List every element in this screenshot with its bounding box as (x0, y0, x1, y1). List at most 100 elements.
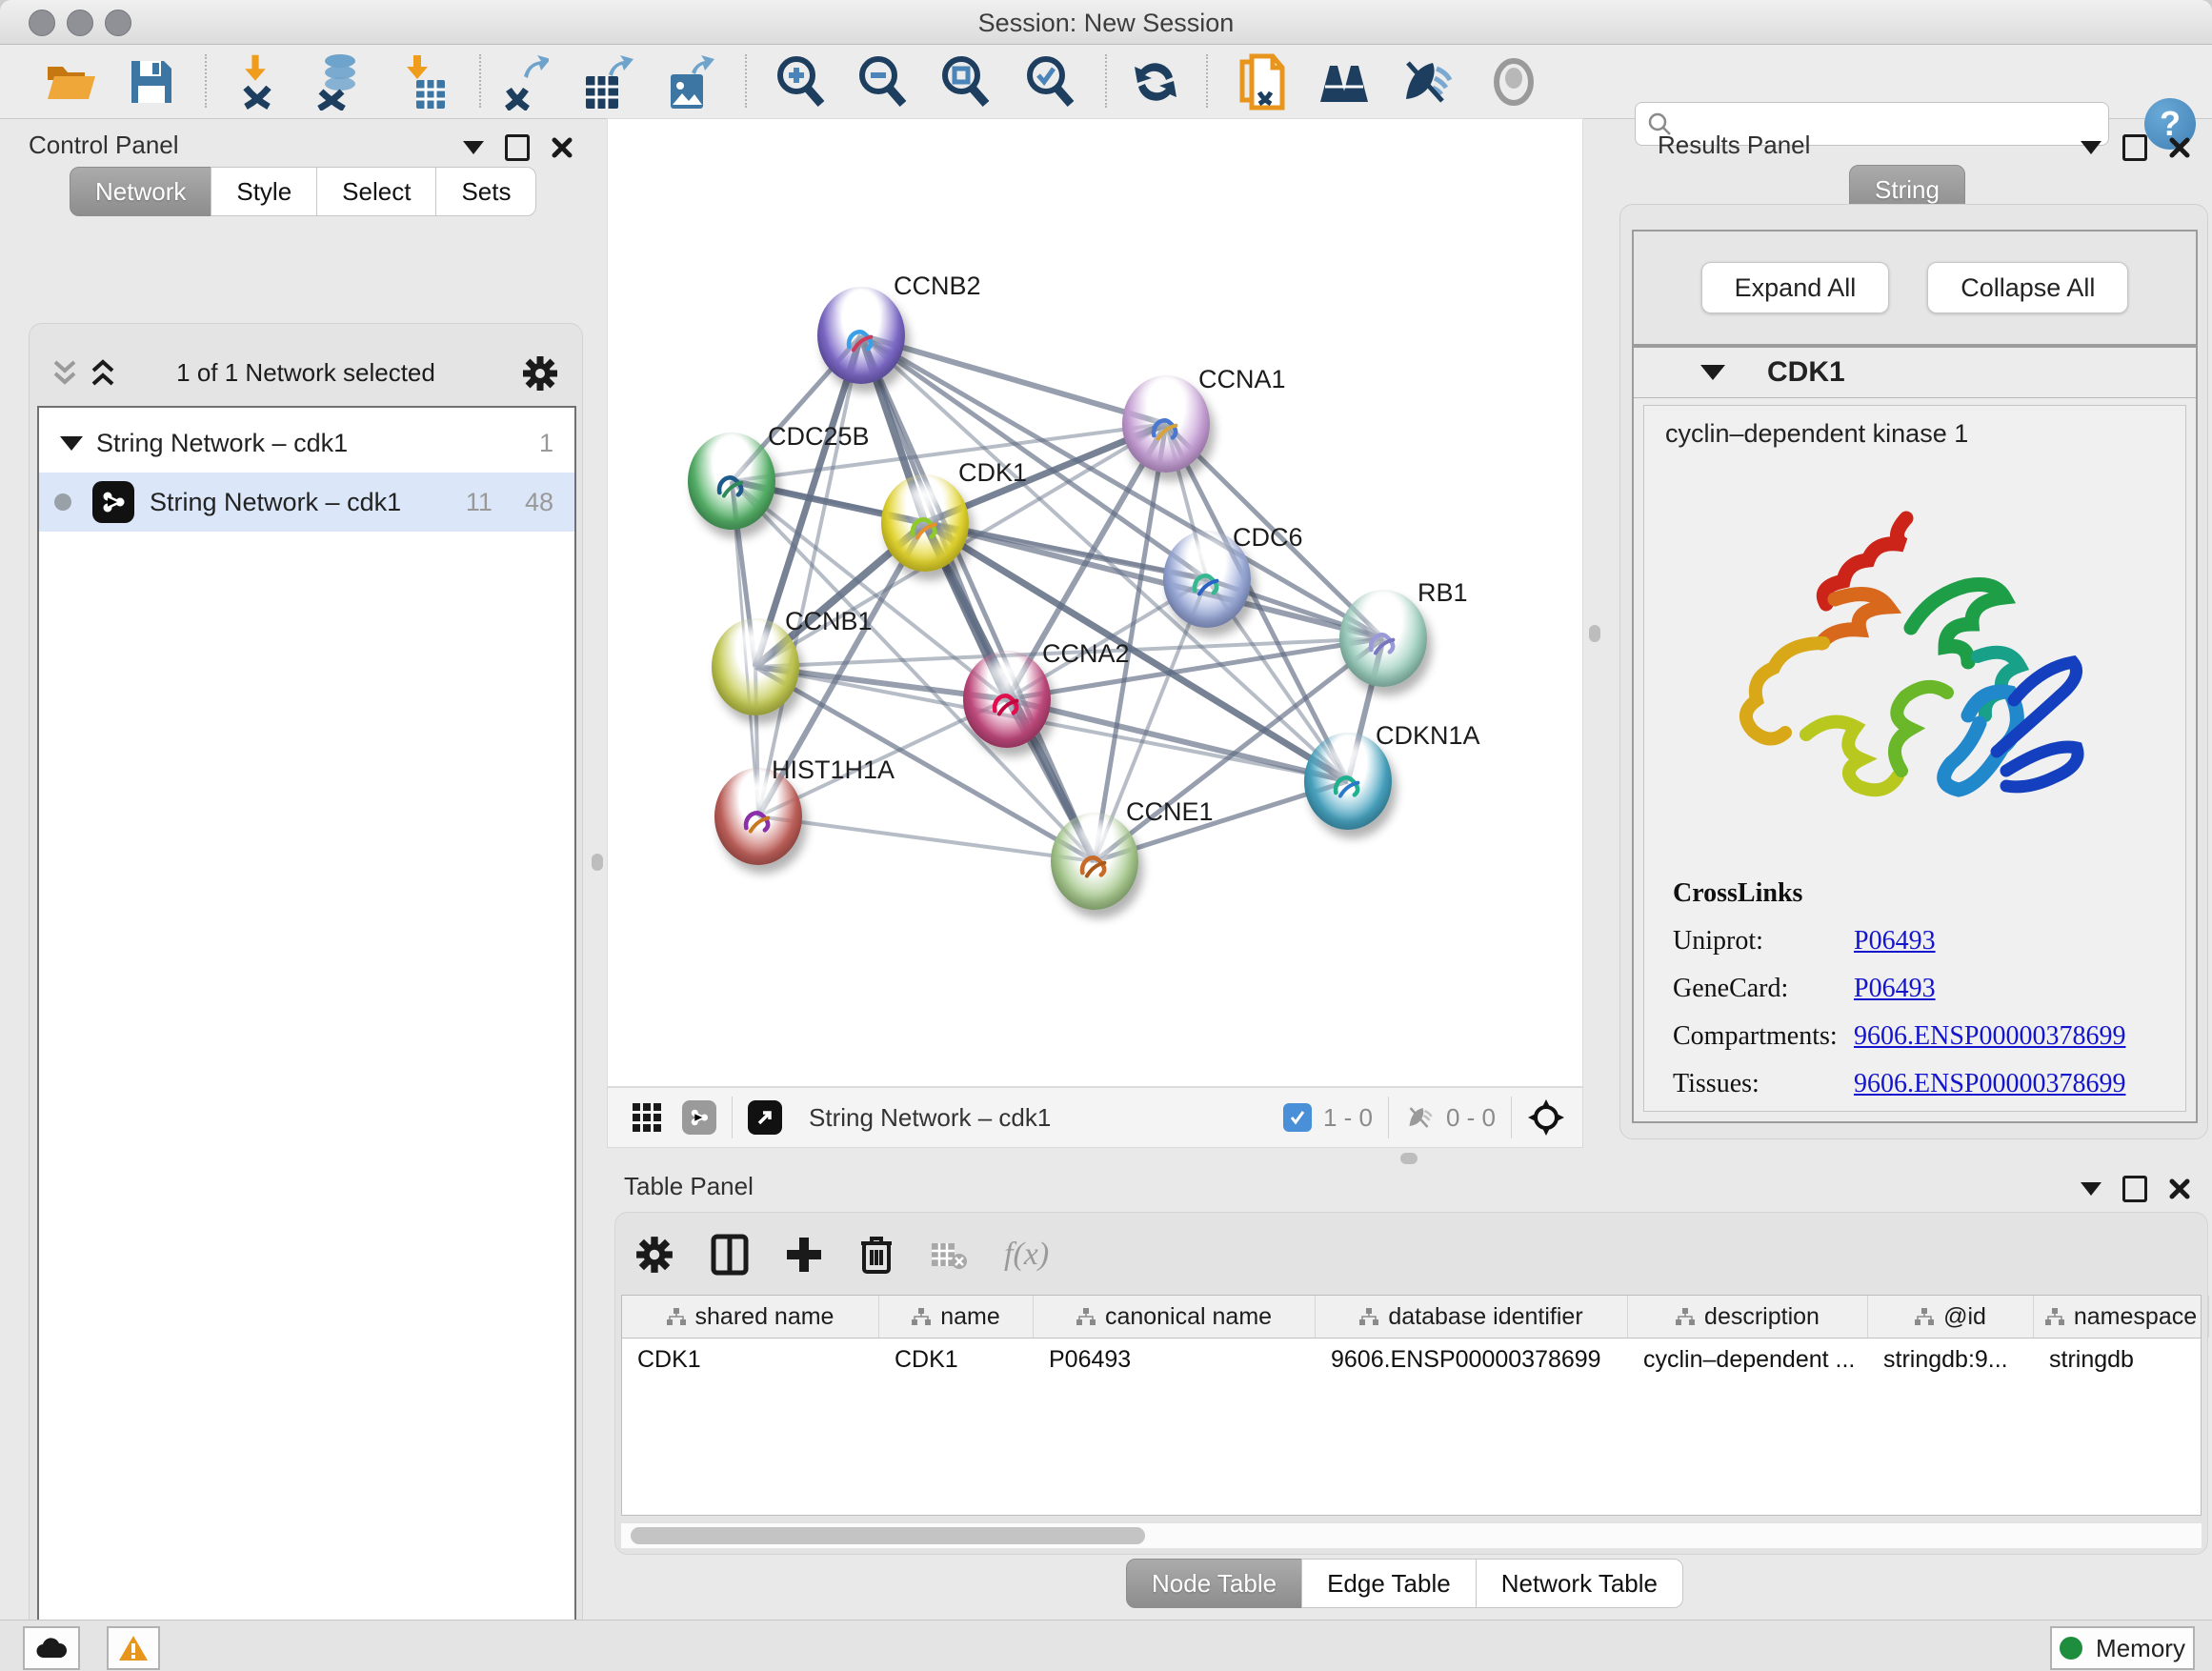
tab-edge-table[interactable]: Edge Table (1301, 1559, 1477, 1608)
tab-node-table[interactable]: Node Table (1126, 1559, 1302, 1608)
control-panel-title: Control Panel (29, 131, 179, 160)
zoom-out-icon (855, 54, 909, 110)
table-cell[interactable]: cyclin–dependent ... (1628, 1339, 1868, 1380)
control-panel: Control Panel NetworkStyleSelectSets 1 o… (10, 119, 591, 1615)
cloud-status-button[interactable] (23, 1626, 80, 1670)
copy-documents-icon (1237, 52, 1288, 111)
export-network-button[interactable] (493, 52, 553, 111)
network-edge[interactable] (861, 335, 1095, 861)
show-columns-icon[interactable] (711, 1234, 749, 1276)
zoom-out-button[interactable] (853, 52, 912, 111)
selected-checkbox-icon[interactable] (1283, 1103, 1312, 1132)
open-in-new-icon[interactable] (748, 1100, 782, 1135)
find-button[interactable] (1315, 52, 1374, 111)
statusbar-divider (1388, 1097, 1389, 1138)
hide-panel-button[interactable] (1398, 52, 1458, 111)
crosslink-link[interactable]: 9606.ENSP00000378699 (1854, 1021, 2125, 1052)
show-panel-button[interactable] (1484, 52, 1543, 111)
column-header-description[interactable]: description (1628, 1296, 1868, 1338)
maximize-panel-icon[interactable] (2122, 134, 2147, 161)
network-collection-row[interactable]: String Network – cdk1 1 (39, 413, 574, 473)
network-node-CCNB2[interactable] (817, 287, 905, 384)
collapse-section-icon[interactable] (1700, 365, 1725, 380)
column-header-@id[interactable]: @id (1868, 1296, 2034, 1338)
node-details-header[interactable]: CDK1 (1634, 348, 2196, 398)
memory-button[interactable]: Memory (2050, 1626, 2195, 1670)
birds-eye-view-icon[interactable] (1527, 1098, 1565, 1137)
float-panel-icon[interactable] (463, 141, 484, 154)
crosslink-link[interactable]: P06493 (1854, 926, 1936, 956)
network-edge[interactable] (1007, 699, 1348, 781)
network-node-CCNA1[interactable] (1122, 375, 1210, 473)
column-header-canonical-name[interactable]: canonical name (1034, 1296, 1316, 1338)
close-panel-icon[interactable] (2168, 1178, 2191, 1200)
tab-sets[interactable]: Sets (435, 167, 536, 216)
close-panel-icon[interactable] (2168, 136, 2191, 159)
right-splitter-handle[interactable] (1589, 625, 1600, 642)
maximize-panel-icon[interactable] (505, 134, 530, 161)
network-edge[interactable] (758, 816, 1095, 861)
add-column-icon[interactable] (785, 1236, 823, 1274)
network-edge[interactable] (758, 335, 861, 816)
node-label-CCNA1: CCNA1 (1198, 365, 1286, 394)
network-canvas[interactable]: CCNB2CCNA1CDC25BCDK1CDC6RB1CCNB1CCNA2CDK… (607, 118, 1583, 1087)
table-cell[interactable]: stringdb (2034, 1339, 2209, 1380)
column-header-namespace[interactable]: namespace (2034, 1296, 2209, 1338)
column-header-database-identifier[interactable]: database identifier (1316, 1296, 1628, 1338)
import-network-database-button[interactable] (309, 52, 368, 111)
zoom-selected-button[interactable] (1020, 52, 1079, 111)
network-node-CCNE1[interactable] (1051, 813, 1138, 910)
network-node-CCNA2[interactable] (963, 651, 1051, 748)
table-cell[interactable]: stringdb:9... (1868, 1339, 2034, 1380)
toolbar-separator (745, 54, 747, 108)
network-node-CDC25B[interactable] (688, 433, 775, 530)
close-panel-icon[interactable] (551, 136, 573, 159)
column-header-name[interactable]: name (879, 1296, 1034, 1338)
save-session-button[interactable] (122, 52, 181, 111)
zoom-fit-button[interactable] (935, 52, 995, 111)
table-row[interactable]: CDK1CDK1P064939606.ENSP00000378699cyclin… (622, 1339, 2201, 1380)
export-table-button[interactable] (577, 52, 636, 111)
network-options-gear-icon[interactable] (521, 354, 559, 393)
network-badge-icon[interactable] (682, 1100, 716, 1135)
network-node-RB1[interactable] (1339, 590, 1427, 687)
expand-collapse-box: Expand All Collapse All (1632, 230, 2198, 346)
tab-select[interactable]: Select (316, 167, 436, 216)
zoom-in-button[interactable] (771, 52, 830, 111)
crosslink-link[interactable]: P06493 (1854, 974, 1936, 1004)
export-table-icon (580, 53, 633, 111)
clone-network-button[interactable] (1233, 52, 1292, 111)
float-panel-icon[interactable] (2081, 1182, 2101, 1196)
expand-all-button[interactable]: Expand All (1701, 262, 1890, 313)
apply-layout-button[interactable] (1126, 52, 1185, 111)
tab-network-table[interactable]: Network Table (1476, 1559, 1683, 1608)
string-results-content: Expand All Collapse All CDK1 cyclin–depe… (1619, 204, 2208, 1139)
network-row[interactable]: String Network – cdk1 11 48 (39, 473, 574, 532)
table-options-gear-icon[interactable] (634, 1235, 674, 1275)
bottom-splitter-handle[interactable] (1400, 1153, 1418, 1164)
table-cell[interactable]: P06493 (1034, 1339, 1316, 1380)
export-image-button[interactable] (660, 52, 719, 111)
column-header-shared-name[interactable]: shared name (622, 1296, 879, 1338)
crosslink-link[interactable]: 9606.ENSP00000378699 (1854, 1069, 2125, 1099)
collapse-all-button[interactable]: Collapse All (1927, 262, 2128, 313)
maximize-panel-icon[interactable] (2122, 1176, 2147, 1202)
import-network-file-button[interactable] (229, 52, 288, 111)
table-horizontal-scrollbar[interactable] (621, 1522, 2202, 1548)
tab-network[interactable]: Network (70, 167, 211, 216)
left-splitter-handle[interactable] (592, 854, 603, 871)
delete-column-icon[interactable] (859, 1234, 894, 1276)
network-node-CDK1[interactable] (881, 474, 969, 572)
table-cell[interactable]: CDK1 (879, 1339, 1034, 1380)
grid-view-icon[interactable] (631, 1101, 663, 1134)
table-cell[interactable]: CDK1 (622, 1339, 879, 1380)
float-panel-icon[interactable] (2081, 141, 2101, 154)
import-table-file-button[interactable] (395, 52, 454, 111)
open-session-button[interactable] (42, 52, 101, 111)
table-cell[interactable]: 9606.ENSP00000378699 (1316, 1339, 1628, 1380)
export-image-icon (663, 53, 716, 111)
tree-expander-icon[interactable] (60, 436, 83, 451)
scrollbar-thumb[interactable] (631, 1527, 1145, 1544)
warnings-button[interactable] (107, 1626, 160, 1670)
tab-style[interactable]: Style (211, 167, 317, 216)
